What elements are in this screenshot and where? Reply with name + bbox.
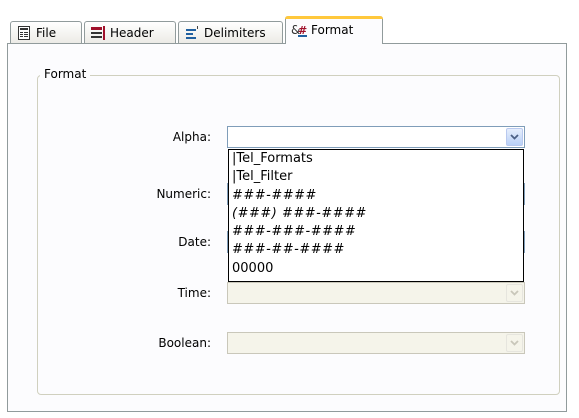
numeric-label: Numeric: bbox=[156, 187, 211, 201]
boolean-dropdown-button bbox=[506, 334, 523, 352]
tab-delimiters-label: Delimiters bbox=[204, 25, 266, 40]
alpha-label: Alpha: bbox=[172, 130, 211, 144]
list-item[interactable]: (###) ###-#### bbox=[229, 205, 523, 223]
tab-format-label: Format bbox=[311, 23, 354, 37]
chevron-down-icon bbox=[510, 134, 519, 140]
file-icon bbox=[18, 25, 30, 40]
alpha-combo[interactable] bbox=[227, 126, 525, 148]
time-dropdown-button bbox=[506, 284, 523, 302]
delimiters-icon bbox=[186, 25, 198, 39]
date-label: Date: bbox=[178, 235, 211, 249]
alpha-dropdown-list: |Tel_Formats |Tel_Filter ###-#### (###) … bbox=[228, 149, 524, 282]
tab-delimiters[interactable]: Delimiters bbox=[178, 21, 283, 43]
tab-header[interactable]: Header bbox=[84, 21, 176, 43]
boolean-label: Boolean: bbox=[158, 336, 211, 350]
chevron-down-icon bbox=[510, 340, 519, 346]
list-item[interactable]: |Tel_Formats bbox=[229, 150, 523, 168]
tab-format[interactable]: & # Format bbox=[285, 16, 383, 44]
boolean-combo bbox=[227, 332, 525, 354]
time-label: Time: bbox=[177, 286, 211, 300]
tab-header-label: Header bbox=[110, 25, 154, 40]
tab-file[interactable]: File bbox=[10, 21, 82, 43]
chevron-down-icon bbox=[510, 290, 519, 296]
list-item[interactable]: |Tel_Filter bbox=[229, 168, 523, 186]
list-item[interactable]: ###-##-#### bbox=[229, 241, 523, 259]
format-group-label: Format bbox=[40, 67, 91, 81]
alpha-dropdown-button[interactable] bbox=[506, 128, 523, 146]
header-icon bbox=[91, 25, 105, 40]
time-combo bbox=[227, 282, 525, 304]
list-item[interactable]: 00000 bbox=[229, 260, 523, 278]
format-icon: & # bbox=[291, 23, 307, 37]
list-item[interactable]: ###-#### bbox=[229, 187, 523, 205]
list-item[interactable]: ###-###-#### bbox=[229, 223, 523, 241]
tab-strip: File Header Delimiters & # Format bbox=[0, 0, 579, 44]
tab-file-label: File bbox=[36, 25, 57, 40]
